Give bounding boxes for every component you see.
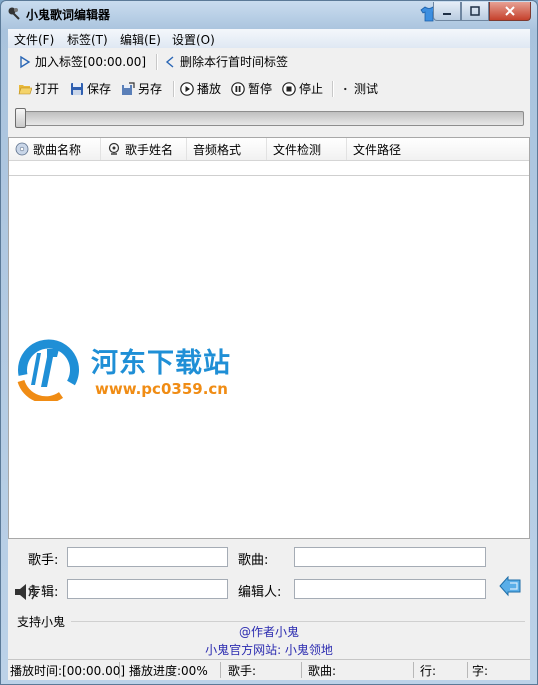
play-outline-icon (20, 55, 31, 68)
watermark-site-name: 河东下载站 (91, 348, 231, 379)
column-song-name-label: 歌曲名称 (33, 142, 82, 157)
close-icon (505, 6, 515, 16)
delete-tag-button[interactable]: 删除本行首时间标签 (163, 53, 288, 70)
status-line: 行: (418, 662, 468, 678)
pause-label: 暂停 (248, 82, 273, 96)
column-audio-format-label: 音频格式 (193, 142, 242, 157)
tag-toolbar: 加入标签[00:00.00] 删除本行首时间标签 (8, 51, 530, 73)
save-label: 保存 (87, 82, 112, 96)
pause-icon (231, 81, 245, 96)
save-as-button[interactable]: 另存 (121, 80, 162, 97)
author-credit[interactable]: @作者小鬼 (8, 623, 530, 640)
album-field[interactable] (67, 579, 228, 599)
cd-icon (15, 142, 29, 156)
save-as-icon (122, 81, 135, 95)
pause-button[interactable]: 暂停 (231, 80, 272, 97)
delete-tag-label: 删除本行首时间标签 (180, 55, 289, 69)
column-file-path-label: 文件路径 (353, 142, 402, 157)
support-group-line (71, 621, 525, 622)
app-icon (8, 7, 20, 20)
status-song: 歌曲: (306, 662, 414, 678)
list-divider (9, 175, 529, 176)
watermark-url: www.pc0359.cn (95, 380, 228, 398)
folder-open-icon (18, 84, 32, 94)
song-list[interactable]: 歌曲名称 歌手姓名 音频格式 文件检测 文件路径 河东下载站 www.pc035… (8, 137, 530, 539)
add-tag-button[interactable]: 加入标签[00:00.00] (18, 53, 146, 70)
minimize-icon (443, 13, 451, 15)
menu-settings[interactable]: 设置(O) (172, 31, 215, 48)
minimize-button[interactable] (433, 2, 461, 21)
menu-edit[interactable]: 编辑(E) (120, 31, 161, 48)
test-button[interactable]: 测试 (343, 80, 378, 97)
save-button[interactable]: 保存 (70, 80, 111, 97)
back-arrow-icon (165, 55, 174, 68)
status-play-time: 播放时间:[00:00.00] (10, 662, 126, 678)
toolbar-separator (156, 54, 158, 70)
title-bar[interactable]: 小鬼歌词编辑器 (1, 1, 537, 27)
status-bar: 播放时间:[00:00.00] 播放进度:00% 歌手: 歌曲: 行: 字: (8, 659, 530, 680)
maximize-icon (470, 6, 480, 16)
stop-button[interactable]: 停止 (282, 80, 323, 97)
singer-field[interactable] (67, 547, 228, 567)
menu-bar: 文件(F) 标签(T) 编辑(E) 设置(O) (8, 29, 530, 48)
test-label: 测试 (354, 82, 379, 96)
watermark: 河东下载站 www.pc0359.cn (11, 335, 261, 415)
song-field[interactable] (294, 547, 486, 567)
floppy-disk-icon (71, 82, 83, 95)
main-toolbar: 打开 保存 另存 播放 暂停 停止 测试 (8, 78, 530, 100)
toolbar-separator (173, 81, 175, 97)
save-as-label: 另存 (138, 82, 163, 96)
column-singer-label: 歌手姓名 (125, 142, 174, 157)
status-char: 字: (472, 664, 489, 678)
song-label: 歌曲: (238, 553, 269, 568)
play-label: 播放 (197, 82, 222, 96)
column-singer[interactable]: 歌手姓名 (101, 138, 187, 160)
singer-label: 歌手: (28, 553, 59, 568)
open-button[interactable]: 打开 (18, 80, 59, 97)
site-logo (17, 339, 79, 401)
slider-thumb[interactable] (15, 108, 26, 128)
menu-file[interactable]: 文件(F) (14, 31, 54, 48)
song-list-header: 歌曲名称 歌手姓名 音频格式 文件检测 文件路径 (9, 138, 529, 161)
playback-slider[interactable] (15, 108, 524, 128)
column-audio-format[interactable]: 音频格式 (187, 138, 267, 160)
speaker-icon[interactable] (13, 581, 39, 603)
open-label: 打开 (35, 82, 60, 96)
official-website-link[interactable]: 小鬼官方网站: 小鬼领地 (8, 641, 530, 658)
app-window: 小鬼歌词编辑器 文件(F) 标签(T) 编辑(E) 设置(O) 加入标签[00:… (0, 0, 538, 685)
singer-icon (108, 142, 120, 155)
column-file-path[interactable]: 文件路径 (347, 138, 529, 160)
stop-icon (282, 81, 296, 96)
expand-arrow-icon[interactable] (498, 576, 522, 598)
status-progress: 播放进度:00% (127, 662, 221, 678)
maximize-button[interactable] (461, 2, 489, 21)
toolbar-separator (332, 81, 334, 97)
column-file-check[interactable]: 文件检测 (267, 138, 347, 160)
window-title: 小鬼歌词编辑器 (26, 8, 111, 22)
status-singer: 歌手: (226, 662, 302, 678)
add-tag-label: 加入标签[00:00.00] (35, 55, 147, 69)
column-song-name[interactable]: 歌曲名称 (9, 138, 101, 160)
stop-label: 停止 (299, 82, 324, 96)
column-file-check-label: 文件检测 (273, 142, 322, 157)
play-button[interactable]: 播放 (180, 80, 221, 97)
close-button[interactable] (489, 2, 531, 21)
menu-tags[interactable]: 标签(T) (67, 31, 108, 48)
dot-icon (344, 87, 347, 90)
editor-field[interactable] (294, 579, 486, 599)
client-area: 文件(F) 标签(T) 编辑(E) 设置(O) 加入标签[00:00.00] 删… (8, 29, 530, 680)
slider-track[interactable] (15, 111, 524, 126)
editor-label: 编辑人: (238, 585, 282, 600)
play-icon (180, 81, 194, 96)
